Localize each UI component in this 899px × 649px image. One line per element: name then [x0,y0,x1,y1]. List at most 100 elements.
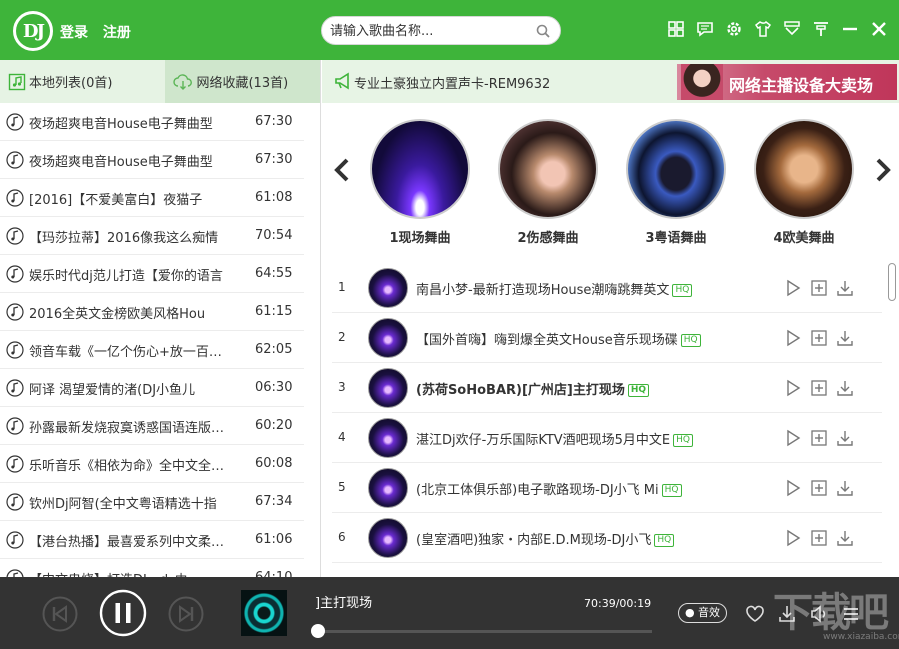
now-playing-cover [241,590,287,636]
song-name: 领音车载《一亿个伤心+放一百… [29,345,222,360]
search-input[interactable] [330,22,530,40]
list-item[interactable]: 钦州Dj阿智(全中文粤语精选十指 67:34 [0,483,304,521]
skin-shirt-icon[interactable] [753,19,773,39]
playlist-scrollbar[interactable] [304,103,320,577]
add-icon[interactable] [810,429,828,447]
list-item[interactable]: 夜场超爽电音House电子舞曲型 67:30 [0,103,304,141]
table-row[interactable]: 5 (北京工体俱乐部)电子歌路现场-DJ小飞 Mi HQ [332,463,882,513]
play-icon[interactable] [784,329,802,347]
table-row[interactable]: 3 (苏荷SoHoBAR)[广州店]主打现场 HQ [332,363,882,413]
heart-icon[interactable] [745,604,765,624]
track-title[interactable]: (北京工体俱乐部)电子歌路现场-DJ小飞 Mi HQ [416,479,721,498]
list-item[interactable]: 【港台热播】最喜爱系列中文柔… 61:06 [0,521,304,559]
category-sad-dance[interactable]: 2伤感舞曲 [498,119,598,246]
play-icon[interactable] [784,279,802,297]
track-title[interactable]: 南昌小梦-最新打造现场House潮嗨跳舞英文 HQ [416,279,721,298]
track-actions [784,379,854,397]
close-icon[interactable] [869,19,889,39]
add-icon[interactable] [810,329,828,347]
chevron-left-icon[interactable] [334,158,350,182]
login-link[interactable]: 登录 [60,25,88,41]
list-item[interactable]: 娱乐时代dj范儿打造【爱你的语言 64:55 [0,255,304,293]
scrollbar-thumb[interactable] [888,263,896,301]
list-item[interactable]: 【玛莎拉蒂】2016像我这么痴情 70:54 [0,217,304,255]
progress-bar[interactable] [316,630,652,633]
hq-badge: HQ [661,484,682,497]
logo-text: DJ [16,14,50,48]
minimize-icon[interactable] [840,19,860,39]
tab-local-list[interactable]: 本地列表(0首) [0,60,166,103]
add-icon[interactable] [810,529,828,547]
next-track-icon[interactable] [168,596,204,632]
song-name: 夜场超爽电音House电子舞曲型 [29,117,213,132]
ad-banner[interactable]: 网络主播设备大卖场 [677,64,897,100]
song-duration: 06:30 [255,380,293,395]
download-icon[interactable] [836,479,854,497]
pause-icon[interactable] [99,589,147,637]
search-icon[interactable] [536,24,550,38]
tab-network-favorites[interactable]: 网络收藏(13首) [165,60,320,103]
track-actions [784,279,854,297]
add-icon[interactable] [810,479,828,497]
song-duration: 60:08 [255,456,293,471]
play-icon[interactable] [784,379,802,397]
play-icon[interactable] [784,429,802,447]
gear-icon[interactable] [724,19,744,39]
track-actions [784,529,854,547]
track-title[interactable]: (苏荷SoHoBAR)[广州店]主打现场 HQ [416,379,721,398]
player-bar: ]主打现场 70:39/00:19 ● 音效 [0,577,899,649]
list-item[interactable]: 阿译 渴望爱情的渚(DJ小鱼儿 06:30 [0,369,304,407]
message-icon[interactable] [695,19,715,39]
hq-badge: HQ [672,284,693,297]
download-icon[interactable] [836,379,854,397]
track-title[interactable]: 【国外首嗨】嗨到爆全英文House音乐现场碟 HQ [416,329,721,348]
register-link[interactable]: 注册 [103,25,131,41]
chevron-right-icon[interactable] [875,158,891,182]
promo-text[interactable]: 专业土豪独立内置声卡-REM9632 [354,73,550,92]
category-live-dance[interactable]: 1现场舞曲 [370,119,470,246]
track-scrollbar[interactable] [885,263,899,577]
download-icon[interactable] [836,529,854,547]
sound-effects-button[interactable]: ● 音效 [678,603,727,623]
song-duration: 60:20 [255,418,293,433]
category-western-dance[interactable]: 4欧美舞曲 [754,119,854,246]
song-name: 娱乐时代dj范儿打造【爱你的语言 [29,269,223,284]
track-number: 2 [338,330,346,344]
megaphone-icon [335,72,349,90]
pin-top-icon[interactable] [811,19,831,39]
table-row[interactable]: 1 南昌小梦-最新打造现场House潮嗨跳舞英文 HQ [332,263,882,313]
add-icon[interactable] [810,279,828,297]
previous-track-icon[interactable] [42,596,78,632]
play-icon[interactable] [784,529,802,547]
list-item[interactable]: 孙露最新发烧寂寞诱惑国语连版… 60:20 [0,407,304,445]
search-box [321,16,561,45]
list-item[interactable]: 夜场超爽电音House电子舞曲型 67:30 [0,141,304,179]
list-item[interactable]: 领音车载《一亿个伤心+放一百… 62:05 [0,331,304,369]
music-note-icon [6,113,24,131]
grid-view-icon[interactable] [666,19,686,39]
category-cantonese-dance[interactable]: 3粤语舞曲 [626,119,726,246]
list-item[interactable]: 乐听音乐《相依为命》全中文全… 60:08 [0,445,304,483]
list-item[interactable]: 【中文串烧】打造DJ…d_由 64:10 [0,559,304,577]
category-carousel: 1现场舞曲 2伤感舞曲 3粤语舞曲 4欧美舞曲 [322,103,899,253]
music-note-icon [6,531,24,549]
download-icon[interactable] [836,329,854,347]
list-item[interactable]: [2016]【不爱美富白】夜猫子 61:08 [0,179,304,217]
table-row[interactable]: 6 (皇室酒吧)独家・内部E.D.M现场-DJ小飞 HQ [332,513,882,563]
song-name: 2016全英文金榜欧美风格Hou [29,307,206,322]
list-item[interactable]: 2016全英文金榜欧美风格Hou 61:15 [0,293,304,331]
track-title[interactable]: (皇室酒吧)独家・内部E.D.M现场-DJ小飞 HQ [416,529,721,548]
song-duration: 61:15 [255,304,293,319]
play-icon[interactable] [784,479,802,497]
mini-mode-icon[interactable] [782,19,802,39]
track-title[interactable]: 湛江Dj欢仔-万乐国际KTV酒吧现场5月中文E HQ [416,429,721,448]
table-row[interactable]: 4 湛江Dj欢仔-万乐国际KTV酒吧现场5月中文E HQ [332,413,882,463]
playlist-panel: 本地列表(0首) 网络收藏(13首) 夜场超爽电音House电子舞曲型 67:30… [0,60,321,577]
table-row[interactable]: 2 【国外首嗨】嗨到爆全英文House音乐现场碟 HQ [332,313,882,363]
download-icon[interactable] [836,279,854,297]
progress-knob[interactable] [311,624,325,638]
track-cover [368,468,408,508]
add-icon[interactable] [810,379,828,397]
download-icon[interactable] [836,429,854,447]
category-label: 3粤语舞曲 [645,231,707,246]
